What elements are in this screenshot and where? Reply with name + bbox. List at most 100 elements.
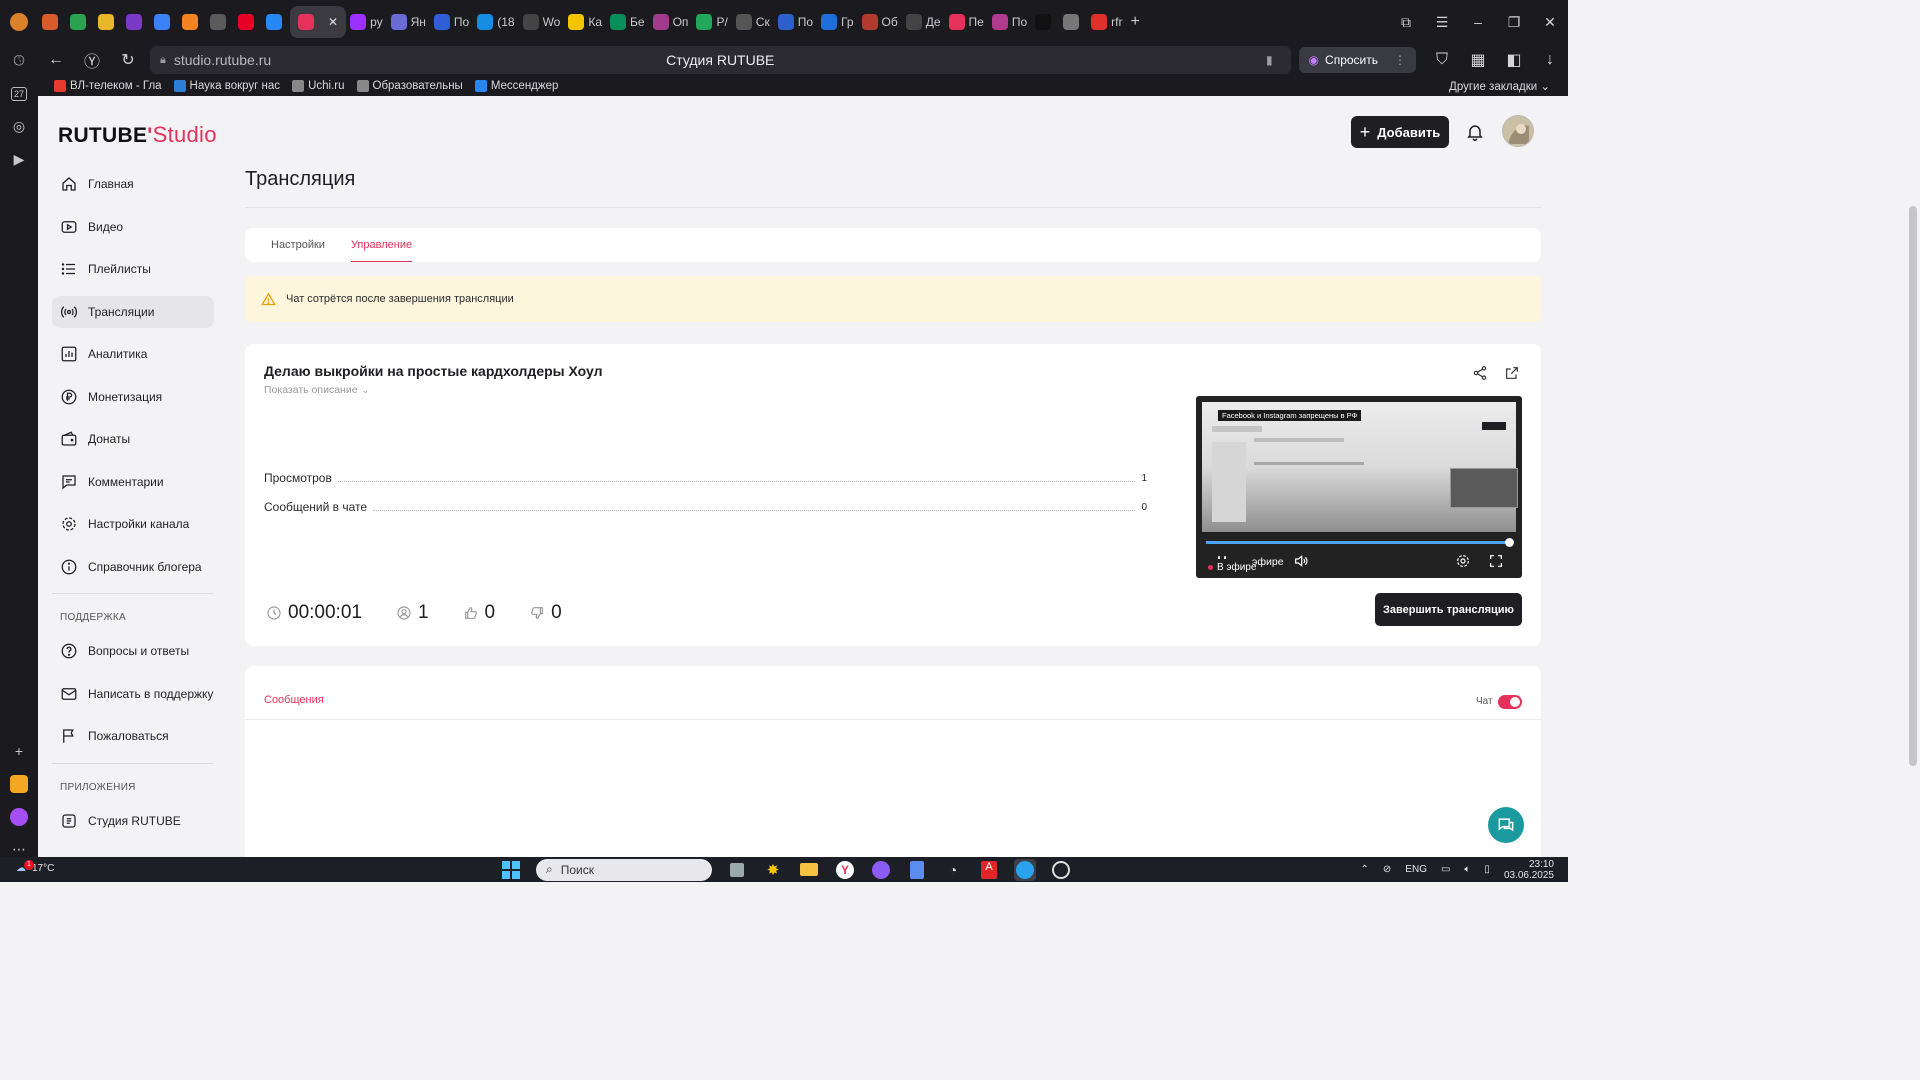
extensions-icon[interactable]: ▦ [1460,44,1496,76]
settings-icon[interactable] [1455,553,1471,569]
browser-tab[interactable]: ру [346,6,387,38]
taskbar-search-input[interactable]: ⌕ Поиск [536,858,712,881]
file-explorer-icon[interactable] [798,859,820,881]
browser-tab[interactable] [262,6,290,38]
player-progress-knob[interactable] [1504,538,1514,547]
browser-tab[interactable]: Ка [564,6,606,38]
browser-tab[interactable] [66,6,94,38]
yandex-icon[interactable]: Ⓨ [74,44,110,76]
browser-tab[interactable] [94,6,122,38]
rutube-studio-logo[interactable]: RUTUBE'Studio [58,122,217,148]
menu-icon[interactable]: ☰ [1424,0,1460,44]
browser-tab[interactable]: По [988,6,1031,38]
browser-tab[interactable]: (18 [473,6,518,38]
reload-icon[interactable]: ↻ [110,44,146,76]
tray-chevron-icon[interactable]: ⌃ [1361,864,1369,875]
player-progress-bar[interactable] [1206,538,1514,547]
bookmark-item[interactable]: Uchi.ru [292,80,345,92]
scrollbar-thumb[interactable] [1909,206,1917,766]
sidebar-item-info[interactable]: Справочник блогера [52,551,214,583]
history-icon[interactable]: 🕓︎ [0,44,38,77]
tab-1[interactable]: Управление [350,228,413,262]
shield-icon[interactable]: ⛉ [1424,44,1460,76]
sun-app-icon[interactable]: ✸ [762,859,784,881]
camera-app-icon[interactable]: ◔ [942,859,964,881]
alice-app-icon[interactable] [870,859,892,881]
other-bookmarks[interactable]: Другие закладки ⌄ [1449,79,1550,93]
display-icon[interactable]: ▭ [1441,864,1450,875]
sidebar-item-question[interactable]: Вопросы и ответы [52,635,214,667]
language-indicator[interactable]: ENG [1405,864,1427,875]
browser-tab[interactable]: Оп [649,6,693,38]
bookmark-icon[interactable]: ▮ [1266,53,1273,67]
sidebar-item-broadcast[interactable]: Трансляции [52,295,214,328]
more-icon[interactable]: ⋮ [1394,53,1406,67]
sidebar-item-gear[interactable]: Настройки канала [52,508,214,540]
network-icon[interactable]: ⊘ [1383,864,1391,875]
restore-icon[interactable]: ❐ [1496,0,1532,44]
bookmark-item[interactable]: Мессенджер [474,80,558,92]
show-description-toggle[interactable]: Показать описание ⌄ [264,384,369,396]
browser-profile-icon[interactable] [0,0,38,44]
speaker-icon[interactable]: 🔈︎ [1464,864,1470,875]
sidebar-panel-icon[interactable]: ◧ [1496,44,1532,76]
browser-tab[interactable] [178,6,206,38]
browser-tab[interactable]: Бе [606,6,649,38]
browser-tab[interactable] [1031,6,1059,38]
browser-tab[interactable]: Де [902,6,945,38]
sidebar-item-analytics[interactable]: Аналитика [52,338,214,370]
browser-tab[interactable]: Р/ [692,6,731,38]
sidebar-item-video[interactable]: Видео [52,211,214,243]
stream-preview-player[interactable]: Facebook и Instagram запрещены в РФ В эф… [1196,396,1522,578]
browser-tab[interactable]: rfr [1087,6,1126,38]
yandex-browser-icon[interactable]: Y [834,859,856,881]
telegram-icon[interactable] [1014,858,1036,881]
avatar[interactable] [1502,115,1534,147]
clock[interactable]: 23:10 03.06.2025 [1504,859,1554,881]
downloads-icon[interactable]: ↓ [1532,44,1568,76]
alice-rail-icon[interactable] [0,800,38,833]
sidebar-item-flag[interactable]: Пожаловаться [52,720,214,752]
browser-tab[interactable]: Пе [945,6,988,38]
new-tab-icon[interactable]: + [1127,6,1144,38]
weather-widget[interactable]: ☁ 1 17°C [16,860,54,874]
pause-icon[interactable] [1214,553,1230,569]
sidebar-item-ruble[interactable]: Монетизация [52,381,214,413]
close-tab-icon[interactable]: ✕ [328,15,338,29]
sidebar-item-playlist[interactable]: Плейлисты [52,253,214,285]
sidebar-item-comment[interactable]: Комментарии [52,466,214,498]
ask-alice-button[interactable]: ◉ Спросить ⋮ [1298,47,1416,73]
browser-tab[interactable] [234,6,262,38]
browser-tab[interactable]: Ск [732,6,774,38]
end-stream-button[interactable]: Завершить трансляцию [1375,593,1522,626]
close-window-icon[interactable]: ✕ [1532,0,1568,44]
sidebar-item-wallet[interactable]: Донаты [52,423,214,455]
add-panel-icon[interactable]: + [0,734,38,767]
browser-tab[interactable]: Wo [519,6,565,38]
minimize-icon[interactable]: – [1460,0,1496,44]
sidebar-item-studio-app[interactable]: Студия RUTUBE [52,805,214,837]
browser-tab[interactable]: Ян [387,6,430,38]
bookmark-item[interactable]: Наука вокруг нас [173,80,280,92]
browser-tab[interactable] [1059,6,1087,38]
sidebar-item-mail[interactable]: Написать в поддержку [52,678,214,710]
browser-tab[interactable] [150,6,178,38]
browser-tab[interactable]: ✕ [290,6,347,38]
browser-tab[interactable] [122,6,150,38]
media-icon[interactable]: ▶ [0,143,38,176]
obs-icon[interactable] [1050,859,1072,881]
browser-tab[interactable]: Гр [817,6,858,38]
calendar-icon[interactable]: 27 [0,77,38,110]
open-external-icon[interactable] [1504,365,1520,381]
bookmark-item[interactable]: ВЛ-телеком - Гла [54,80,162,92]
mail-app-icon[interactable] [0,767,38,800]
browser-tab[interactable]: По [430,6,473,38]
browser-tab[interactable]: Об [858,6,902,38]
back-icon[interactable]: ← [38,44,74,76]
chat-toggle[interactable] [1498,695,1522,709]
browser-tab[interactable]: По [774,6,817,38]
acrobat-icon[interactable]: A [978,859,1000,881]
calculator-icon[interactable] [906,859,928,881]
screenshot-icon[interactable]: ◎ [0,110,38,143]
sidebar-item-home[interactable]: Главная [52,168,214,200]
